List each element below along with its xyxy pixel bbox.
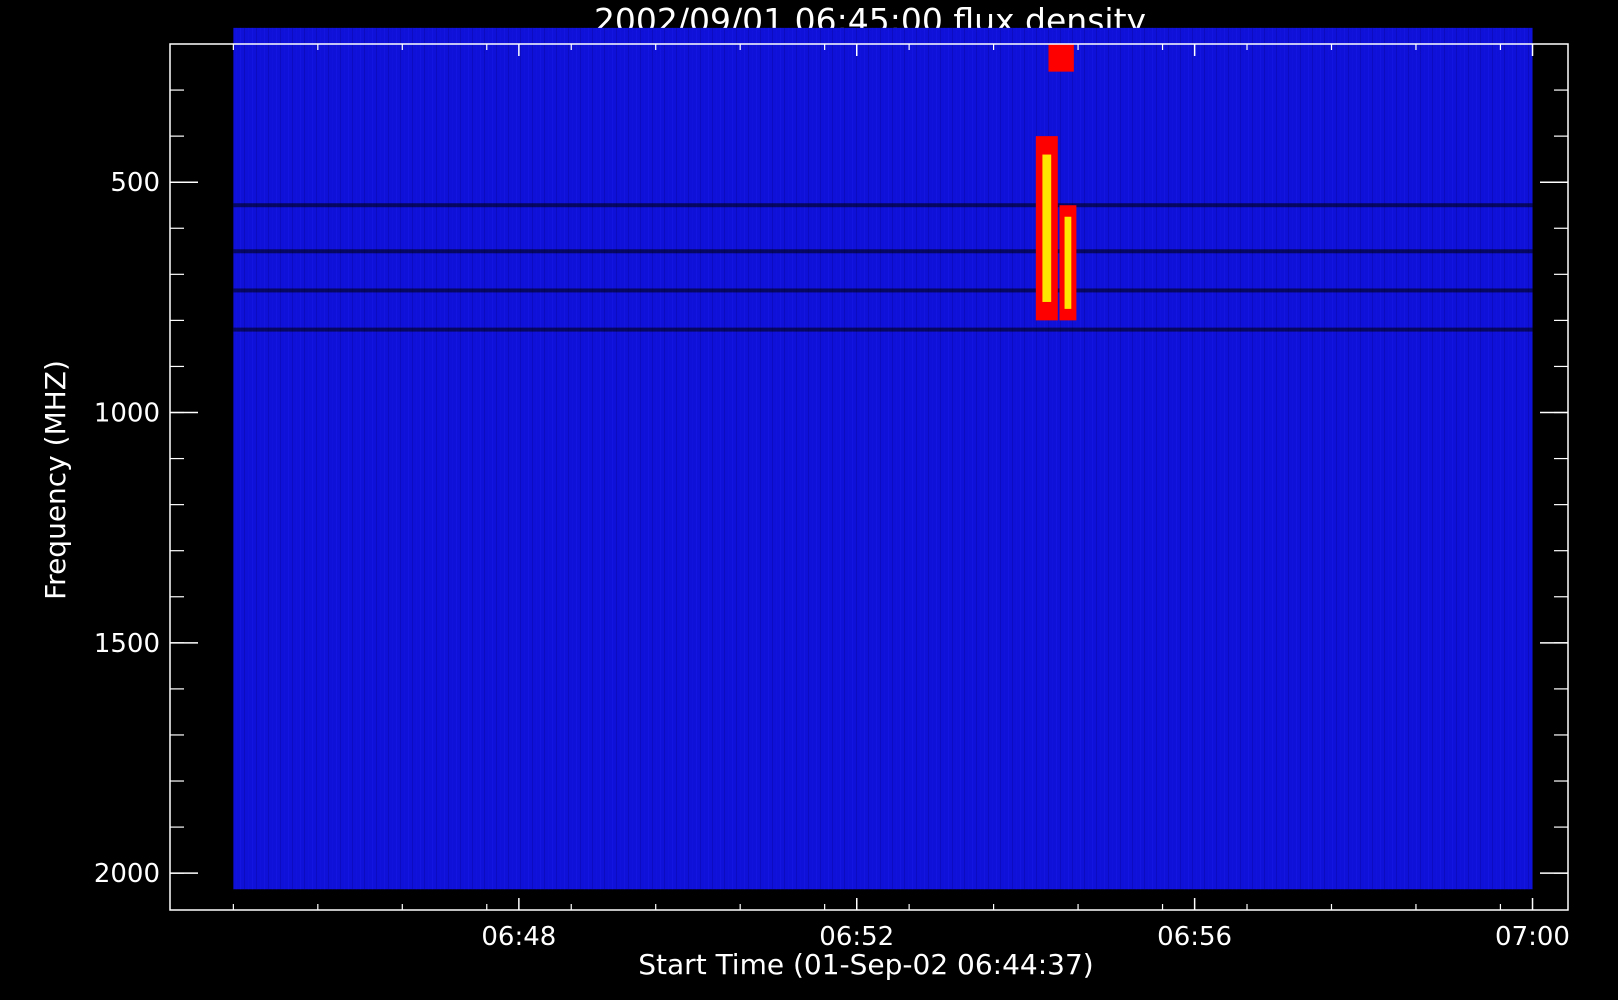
burst-core-0: [1042, 154, 1052, 302]
x-tick-label-2: 06:56: [1157, 922, 1232, 952]
x-tick-label-0: 06:48: [481, 922, 556, 952]
x-axis-label: Start Time (01-Sep-02 06:44:37): [638, 948, 1093, 981]
heatmap-area: [233, 27, 1533, 890]
interference-line-2: [233, 288, 1533, 293]
y-tick-label-1: 1000: [94, 399, 160, 429]
dynamic-spectrum-plot: 2002/09/01 06:45:00 flux density 06:48 06…: [39, 1, 1570, 981]
burst-2: [1048, 44, 1074, 72]
y-tick-label-3: 2000: [94, 859, 160, 889]
y-axis-label: Frequency (MHZ): [39, 360, 72, 600]
interference-line-0: [233, 203, 1533, 208]
y-tick-label-0: 500: [110, 168, 160, 198]
interference-line-1: [233, 249, 1533, 254]
y-tick-label-2: 1500: [94, 629, 160, 659]
burst-core-1: [1064, 216, 1072, 309]
spectrum-texture: [233, 27, 1533, 890]
x-tick-label-3: 07:00: [1495, 922, 1570, 952]
interference-line-3: [233, 327, 1533, 332]
